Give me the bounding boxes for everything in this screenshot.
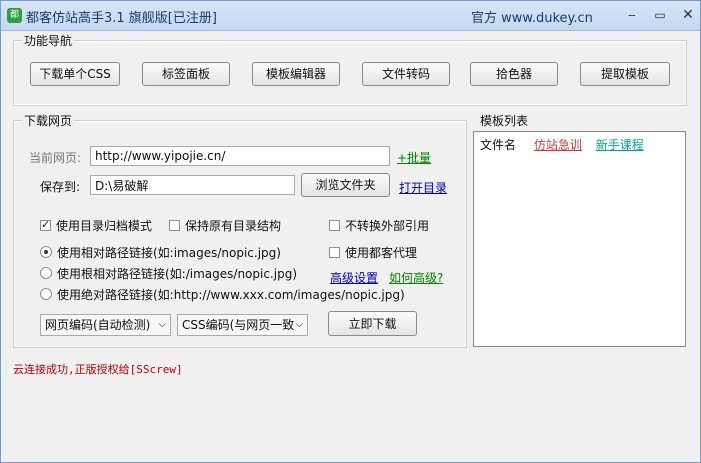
checkbox-label: 保持原有目录结构 (185, 218, 282, 233)
dir-archive-checkbox[interactable]: 使用目录归档模式 (40, 217, 152, 233)
nav-group: 功能导航 下载单个CSS 标签面板 模板编辑器 文件转码 拾色器 提取模板 (13, 32, 687, 106)
url-label: 当前网页: (29, 151, 82, 165)
template-list[interactable]: 文件名 仿站急训 新手课程 (473, 131, 686, 347)
checkbox-box (329, 246, 340, 258)
use-proxy-checkbox[interactable]: 使用都客代理 (329, 244, 417, 260)
batch-link[interactable]: +批量 (397, 149, 431, 166)
save-label: 保存到: (40, 180, 81, 194)
window-title: 都客仿站高手3.1 旗舰版[已注册] (26, 11, 217, 26)
radio-label: 使用相对路径链接(如:images/nopic.jpg) (57, 245, 281, 260)
radio-label: 使用根相对路径链接(如:/images/nopic.jpg) (57, 266, 298, 281)
template-list-header: 文件名 仿站急训 新手课程 (480, 136, 644, 153)
download-group-title: 下载网页 (22, 112, 75, 129)
color-picker-button[interactable]: 拾色器 (470, 62, 558, 86)
page-encoding-value: 网页编码(自动检测) (45, 318, 151, 332)
maximize-icon[interactable]: ▭ (649, 6, 671, 24)
extract-template-button[interactable]: 提取模板 (580, 62, 670, 86)
radio-label: 使用绝对路径链接(如:http://www.xxx.com/images/nop… (57, 287, 405, 302)
url-input[interactable] (90, 146, 390, 166)
advanced-settings-link[interactable]: 高级设置 (330, 269, 378, 286)
browse-folder-button[interactable]: 浏览文件夹 (301, 173, 390, 197)
filename-column-header: 文件名 (480, 138, 517, 152)
radio-dot (40, 246, 52, 258)
close-icon[interactable]: ✕ (677, 6, 699, 24)
template-group-title: 模板列表 (478, 112, 531, 129)
open-directory-link[interactable]: 打开目录 (399, 179, 447, 196)
root-relative-path-radio[interactable]: 使用根相对路径链接(如:/images/nopic.jpg) (40, 265, 297, 281)
official-site-label: 官方 www.dukey.cn (471, 11, 593, 26)
download-css-button[interactable]: 下载单个CSS (30, 62, 120, 86)
checkbox-label: 使用目录归档模式 (56, 218, 153, 233)
no-convert-external-checkbox[interactable]: 不转换外部引用 (329, 217, 429, 233)
file-transcode-button[interactable]: 文件转码 (362, 62, 450, 86)
save-path-input[interactable] (90, 175, 295, 195)
page-encoding-select[interactable]: 网页编码(自动检测) ⌵ (40, 314, 171, 336)
checkbox-box (40, 218, 51, 231)
app-window: 都 都客仿站高手3.1 旗舰版[已注册] 官方 www.dukey.cn ‒ ▭… (0, 0, 701, 463)
keep-structure-checkbox[interactable]: 保持原有目录结构 (169, 217, 281, 233)
absolute-path-radio[interactable]: 使用绝对路径链接(如:http://www.xxx.com/images/nop… (40, 286, 405, 302)
chevron-down-icon: ⌵ (295, 319, 303, 330)
checkbox-label: 不转换外部引用 (345, 218, 430, 233)
download-now-button[interactable]: 立即下载 (328, 311, 417, 336)
checkbox-box (169, 219, 180, 231)
beginner-course-link[interactable]: 新手课程 (596, 138, 644, 152)
status-text: 云连接成功,正版授权给[SScrew] (13, 363, 183, 376)
css-encoding-select[interactable]: CSS编码(与网页一致 ⌵ (177, 314, 308, 336)
radio-dot (40, 288, 52, 300)
relative-path-radio[interactable]: 使用相对路径链接(如:images/nopic.jpg) (40, 244, 281, 260)
crash-course-link[interactable]: 仿站急训 (534, 138, 582, 152)
title-bar[interactable]: 都 都客仿站高手3.1 旗舰版[已注册] 官方 www.dukey.cn ‒ ▭… (1, 1, 700, 31)
nav-group-title: 功能导航 (22, 32, 75, 49)
tag-panel-button[interactable]: 标签面板 (142, 62, 230, 86)
radio-dot (40, 267, 52, 279)
minimize-icon[interactable]: ‒ (621, 6, 643, 24)
checkbox-label: 使用都客代理 (345, 245, 418, 260)
how-advanced-link[interactable]: 如何高级? (389, 269, 443, 286)
template-editor-button[interactable]: 模板编辑器 (252, 62, 340, 86)
app-icon: 都 (7, 8, 22, 23)
checkbox-box (329, 219, 340, 231)
css-encoding-value: CSS编码(与网页一致 (182, 318, 295, 332)
chevron-down-icon: ⌵ (158, 319, 166, 330)
